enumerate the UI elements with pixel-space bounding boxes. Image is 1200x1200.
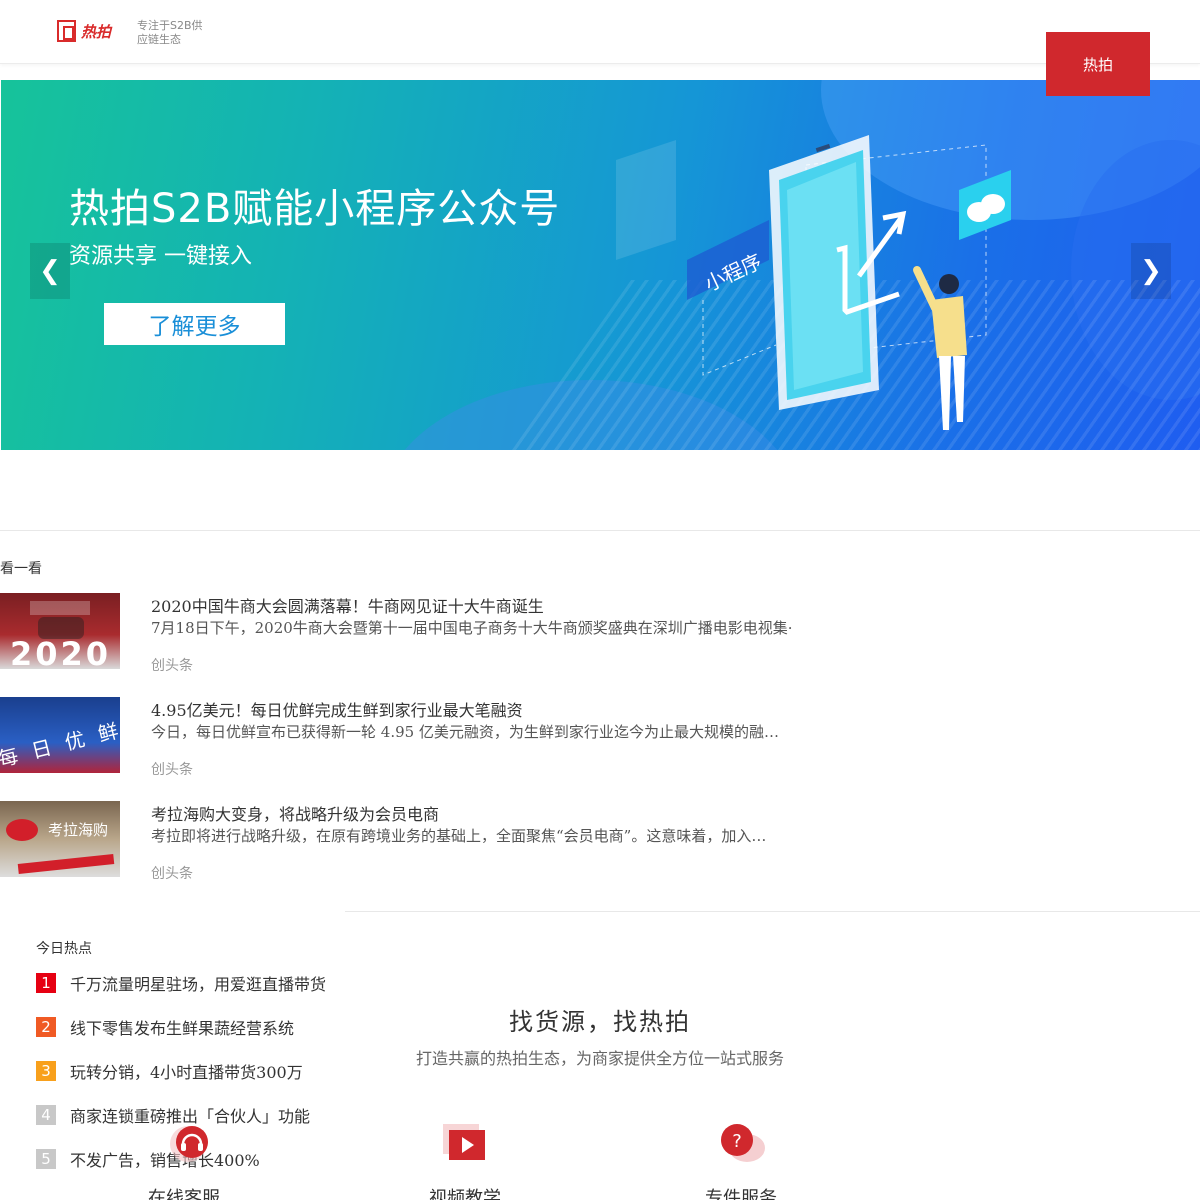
news-thumbnail[interactable]: 考拉海购 xyxy=(0,801,120,877)
dedicated-service-label[interactable]: 专件服务 xyxy=(671,1184,811,1200)
hero-banner: 小程序 热拍S2B赋能小程序公众号 资源共享 一键接入 了解更多 ❮ ❯ xyxy=(1,80,1200,450)
news-source: 创头条 xyxy=(151,866,193,882)
rank-badge: 1 xyxy=(36,973,56,993)
chevron-right-icon: ❯ xyxy=(1140,256,1162,286)
site-header: 热拍 专注于S2B供应链生态 xyxy=(0,0,1200,64)
news-item[interactable]: 2020 2020中国牛商大会圆满落幕！牛商网见证十大牛商诞生 7月18日下午，… xyxy=(0,593,830,683)
services-subtitle: 打造共赢的热拍生态，为商家提供全方位一站式服务 xyxy=(415,1049,784,1068)
banner-subtitle: 资源共享 一键接入 xyxy=(69,244,252,269)
news-title[interactable]: 2020中国牛商大会圆满落幕！牛商网见证十大牛商诞生 xyxy=(151,593,544,617)
carousel-next-button[interactable]: ❯ xyxy=(1131,243,1171,299)
hot-item-text[interactable]: 千万流量明星驻场，用爱逛直播带货 xyxy=(70,971,326,995)
news-desc: 今日，每日优鲜宣布已获得新一轮 4.95 亿美元融资，为生鲜到家行业迄今为止最大… xyxy=(151,723,779,741)
nav-hot-button[interactable]: 热拍 xyxy=(1046,32,1150,96)
question-chat-icon: ? xyxy=(721,1124,765,1162)
news-section-label: 看一看 xyxy=(0,561,42,577)
video-tutorial-button[interactable] xyxy=(395,1120,535,1170)
rank-badge: 5 xyxy=(36,1149,56,1169)
news-thumbnail[interactable]: 每 日 优 鲜 xyxy=(0,697,120,773)
news-desc: 7月18日下午，2020牛商大会暨第十一届中国电子商务十大牛商颁奖盛典在深圳广播… xyxy=(151,619,793,637)
online-service-label[interactable]: 在线客服 xyxy=(148,1184,220,1200)
site-tagline: 专注于S2B供应链生态 xyxy=(137,19,203,46)
news-item[interactable]: 每 日 优 鲜 4.95亿美元！每日优鲜完成生鲜到家行业最大笔融资 今日，每日优… xyxy=(0,697,830,787)
hot-item[interactable]: 1 千万流量明星驻场，用爱逛直播带货 xyxy=(36,972,326,994)
video-icon xyxy=(443,1124,485,1160)
hot-section-label: 今日热点 xyxy=(36,941,92,957)
headset-icon xyxy=(170,1126,208,1162)
section-divider xyxy=(345,911,1200,912)
news-source: 创头条 xyxy=(151,658,193,674)
rank-badge: 4 xyxy=(36,1105,56,1125)
dedicated-service-button[interactable]: ? xyxy=(671,1120,811,1170)
news-thumbnail[interactable]: 2020 xyxy=(0,593,120,669)
logo[interactable]: 热拍 xyxy=(57,20,111,42)
services-slogan: 找货源，找热拍 xyxy=(509,1008,691,1036)
thumb-text: 每 日 优 鲜 xyxy=(0,717,120,772)
chevron-left-icon: ❮ xyxy=(39,256,61,286)
news-item[interactable]: 考拉海购 考拉海购大变身，将战略升级为会员电商 考拉即将进行战略升级，在原有跨境… xyxy=(0,801,830,891)
thumb-text: 考拉海购 xyxy=(48,821,109,839)
video-tutorial-label[interactable]: 视频教学 xyxy=(395,1184,535,1200)
svg-text:?: ? xyxy=(732,1131,742,1152)
logo-icon xyxy=(57,20,76,42)
news-desc: 考拉即将进行战略升级，在原有跨境业务的基础上，全面聚焦“会员电商”。这意味着，加… xyxy=(151,827,767,845)
hot-item[interactable]: 5 不发广告，销售增长400% xyxy=(36,1148,260,1170)
hot-item[interactable]: 4 商家连锁重磅推出「合伙人」功能 xyxy=(36,1104,310,1126)
mini-program-illustration: 小程序 xyxy=(616,135,1011,430)
banner-title: 热拍S2B赋能小程序公众号 xyxy=(69,186,561,232)
news-title[interactable]: 考拉海购大变身，将战略升级为会员电商 xyxy=(151,801,439,825)
thumb-text: 2020 xyxy=(10,635,112,669)
news-source: 创头条 xyxy=(151,762,193,778)
news-title[interactable]: 4.95亿美元！每日优鲜完成生鲜到家行业最大笔融资 xyxy=(151,697,523,721)
carousel-prev-button[interactable]: ❮ xyxy=(30,243,70,299)
logo-text: 热拍 xyxy=(81,22,112,41)
learn-more-button[interactable]: 了解更多 xyxy=(104,303,285,345)
online-service-button[interactable] xyxy=(164,1124,212,1164)
section-divider xyxy=(0,530,1200,531)
